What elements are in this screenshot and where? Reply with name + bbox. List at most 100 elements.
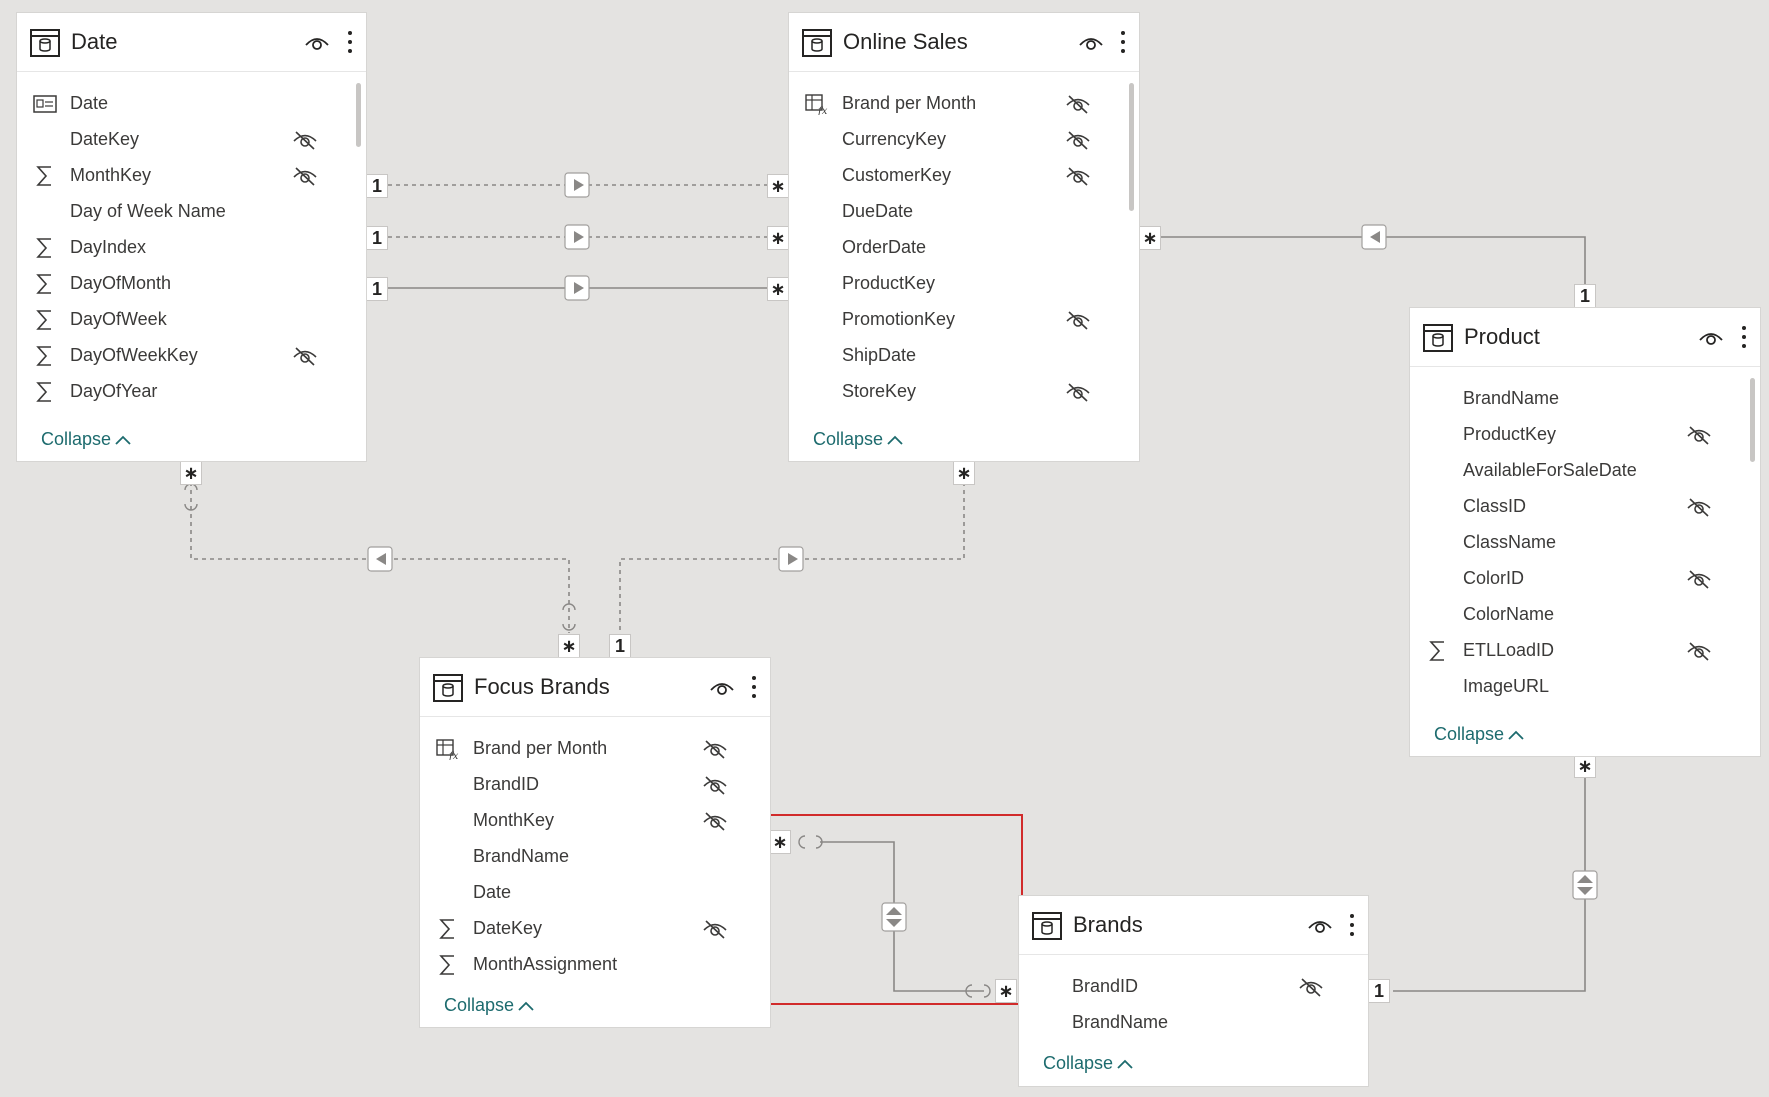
field-row[interactable]: ProductKey — [1410, 416, 1760, 452]
sigma-icon — [36, 310, 51, 330]
hidden-eye-icon[interactable] — [702, 739, 728, 759]
more-options-icon[interactable] — [1119, 29, 1127, 55]
field-row[interactable]: BrandName — [1410, 380, 1760, 416]
field-row[interactable]: PromotionKey — [789, 301, 1139, 337]
field-label: BrandID — [1072, 976, 1139, 996]
hidden-eye-icon[interactable] — [1686, 497, 1712, 517]
field-row[interactable]: DayIndex — [17, 229, 366, 265]
table-header[interactable]: Brands — [1019, 896, 1368, 955]
field-row[interactable]: DayOfYear — [17, 373, 366, 409]
table-icon — [433, 674, 463, 702]
hidden-eye-icon[interactable] — [1686, 425, 1712, 445]
field-row[interactable]: DayOfMonth — [17, 265, 366, 301]
field-row[interactable]: DayOfWeek — [17, 301, 366, 337]
field-row[interactable]: ClassName — [1410, 524, 1760, 560]
field-row[interactable]: Date — [420, 874, 770, 910]
hidden-eye-icon[interactable] — [1065, 94, 1091, 114]
eye-icon[interactable] — [1699, 330, 1723, 346]
field-row[interactable]: fx Brand per Month — [420, 730, 770, 766]
field-row[interactable]: StoreKey — [789, 373, 1139, 409]
hidden-eye-icon[interactable] — [702, 811, 728, 831]
table-icon — [30, 29, 60, 57]
table-card-brands[interactable]: Brands BrandID BrandName Collapse — [1018, 895, 1369, 1087]
eye-icon[interactable] — [1308, 918, 1332, 934]
field-label: ETLLoadID — [1463, 640, 1555, 660]
more-options-icon[interactable] — [1740, 324, 1748, 350]
field-label: AvailableForSaleDate — [1463, 460, 1637, 480]
field-label: CurrencyKey — [842, 129, 947, 149]
field-row[interactable]: DateKey — [420, 910, 770, 946]
more-options-icon[interactable] — [750, 674, 758, 700]
hidden-eye-icon[interactable] — [1065, 166, 1091, 186]
field-row[interactable]: DateKey — [17, 121, 366, 157]
more-options-icon[interactable] — [1348, 912, 1356, 938]
collapse-button[interactable]: Collapse — [813, 429, 904, 450]
field-row[interactable]: fx Brand per Month — [789, 85, 1139, 121]
field-row[interactable]: MonthKey — [17, 157, 366, 193]
collapse-button[interactable]: Collapse — [444, 995, 535, 1016]
collapse-button[interactable]: Collapse — [1043, 1053, 1134, 1074]
hidden-eye-icon[interactable] — [1686, 569, 1712, 589]
cardinality-one-label: 1 — [609, 634, 631, 658]
cardinality-many-label: ∗ — [180, 461, 202, 485]
hidden-eye-icon[interactable] — [1686, 641, 1712, 661]
svg-text:fx: fx — [448, 751, 459, 760]
more-options-icon[interactable] — [346, 29, 354, 55]
field-label: OrderDate — [842, 237, 927, 257]
chevron-up-icon — [1508, 730, 1524, 740]
table-header[interactable]: Focus Brands — [420, 658, 770, 717]
hidden-eye-icon[interactable] — [1298, 977, 1324, 997]
table-card-focus-brands[interactable]: Focus Brands fx Brand per Month BrandID … — [419, 657, 771, 1028]
cardinality-one-label: 1 — [366, 174, 388, 198]
field-label: BrandName — [1072, 1012, 1169, 1032]
selection-highlight-box — [760, 814, 1023, 1005]
table-card-date[interactable]: Date Date DateKey MonthKey Day of Week N… — [16, 12, 367, 462]
field-row[interactable]: MonthKey — [420, 802, 770, 838]
field-row[interactable]: ProductKey — [789, 265, 1139, 301]
eye-icon[interactable] — [710, 680, 734, 696]
eye-icon[interactable] — [1079, 35, 1103, 51]
field-label: ColorID — [1463, 568, 1525, 588]
field-label: ShipDate — [842, 345, 917, 365]
field-row[interactable]: BrandID — [1019, 968, 1368, 1004]
sigma-icon — [1429, 641, 1444, 661]
field-label: DayOfWeek — [70, 309, 167, 329]
hidden-eye-icon[interactable] — [1065, 310, 1091, 330]
table-header[interactable]: Date — [17, 13, 366, 72]
field-row[interactable]: MonthAssignment — [420, 946, 770, 982]
field-row[interactable]: ImageURL — [1410, 668, 1760, 704]
table-card-online-sales[interactable]: Online Sales fx Brand per Month Currency… — [788, 12, 1140, 462]
cardinality-many-label: ∗ — [558, 634, 580, 658]
table-header[interactable]: Product — [1410, 308, 1760, 367]
hidden-eye-icon[interactable] — [702, 919, 728, 939]
table-header[interactable]: Online Sales — [789, 13, 1139, 72]
field-row[interactable]: DueDate — [789, 193, 1139, 229]
hidden-eye-icon[interactable] — [1065, 130, 1091, 150]
field-row[interactable]: ClassID — [1410, 488, 1760, 524]
field-row[interactable]: BrandName — [1019, 1004, 1368, 1040]
hidden-eye-icon[interactable] — [1065, 382, 1091, 402]
field-row[interactable]: DayOfWeekKey — [17, 337, 366, 373]
field-row[interactable]: ShipDate — [789, 337, 1139, 373]
field-row[interactable]: ETLLoadID — [1410, 632, 1760, 668]
field-row[interactable]: ColorID — [1410, 560, 1760, 596]
hidden-eye-icon[interactable] — [292, 346, 318, 366]
field-row[interactable]: CurrencyKey — [789, 121, 1139, 157]
collapse-button[interactable]: Collapse — [41, 429, 132, 450]
field-row[interactable]: BrandName — [420, 838, 770, 874]
hidden-eye-icon[interactable] — [292, 130, 318, 150]
hidden-eye-icon[interactable] — [702, 775, 728, 795]
field-row[interactable]: BrandID — [420, 766, 770, 802]
field-row[interactable]: OrderDate — [789, 229, 1139, 265]
hidden-eye-icon[interactable] — [292, 166, 318, 186]
field-label: DateKey — [473, 918, 543, 938]
eye-icon[interactable] — [305, 35, 329, 51]
field-row[interactable]: ColorName — [1410, 596, 1760, 632]
chevron-up-icon — [115, 435, 131, 445]
field-row[interactable]: AvailableForSaleDate — [1410, 452, 1760, 488]
field-row[interactable]: CustomerKey — [789, 157, 1139, 193]
table-card-product[interactable]: Product BrandName ProductKey AvailableFo… — [1409, 307, 1761, 757]
collapse-button[interactable]: Collapse — [1434, 724, 1525, 745]
field-row[interactable]: Date — [17, 85, 366, 121]
field-row[interactable]: Day of Week Name — [17, 193, 366, 229]
